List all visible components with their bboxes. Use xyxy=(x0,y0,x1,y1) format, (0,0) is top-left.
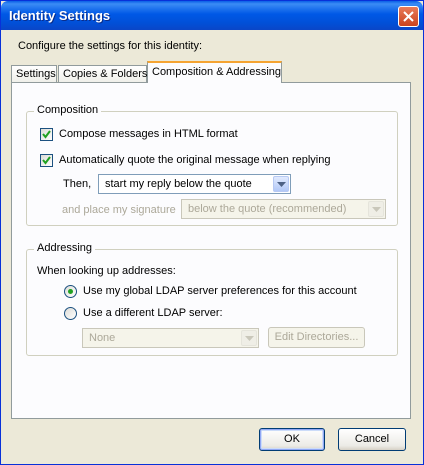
tab-settings-label: Settings xyxy=(16,68,56,80)
signature-position-select[interactable]: below the quote (recommended) xyxy=(181,199,386,219)
ldap-server-select[interactable]: None xyxy=(82,328,259,348)
radio-selected-dot xyxy=(68,289,73,294)
dropdown-arrow-icon[interactable] xyxy=(241,330,257,346)
reply-position-value: start my reply below the quote xyxy=(105,178,252,190)
checkmark-icon xyxy=(42,156,51,165)
window-title: Identity Settings xyxy=(9,8,111,23)
signature-position-value: below the quote (recommended) xyxy=(188,203,347,215)
tab-composition-addressing-label: Composition & Addressing xyxy=(152,66,282,78)
global-ldap-label[interactable]: Use my global LDAP server preferences fo… xyxy=(83,285,357,297)
reply-position-select[interactable]: start my reply below the quote xyxy=(98,174,291,194)
ok-button[interactable]: OK xyxy=(259,428,325,451)
close-icon xyxy=(403,11,414,22)
html-format-checkbox[interactable] xyxy=(40,128,53,141)
different-ldap-radio[interactable] xyxy=(64,307,77,320)
different-ldap-label[interactable]: Use a different LDAP server: xyxy=(83,307,223,319)
tab-copies-folders[interactable]: Copies & Folders xyxy=(58,65,147,82)
tab-composition-addressing[interactable]: Composition & Addressing xyxy=(147,61,282,83)
identity-settings-dialog: Identity Settings Configure the settings… xyxy=(0,0,424,465)
composition-legend: Composition xyxy=(34,104,102,116)
title-bar[interactable]: Identity Settings xyxy=(1,1,423,30)
html-format-label[interactable]: Compose messages in HTML format xyxy=(59,128,238,140)
dropdown-arrow-icon[interactable] xyxy=(368,201,384,217)
ldap-server-value: None xyxy=(89,332,116,344)
auto-quote-label[interactable]: Automatically quote the original message… xyxy=(59,154,331,166)
close-button[interactable] xyxy=(398,6,419,27)
signature-label: and place my signature xyxy=(62,204,176,216)
tab-settings[interactable]: Settings xyxy=(11,65,57,82)
then-label: Then, xyxy=(63,178,92,190)
edit-directories-button[interactable]: Edit Directories... xyxy=(268,327,365,348)
checkmark-icon xyxy=(42,130,51,139)
tab-copies-folders-label: Copies & Folders xyxy=(63,68,148,80)
tab-panel: Composition Compose messages in HTML for… xyxy=(11,82,411,419)
dialog-description: Configure the settings for this identity… xyxy=(18,40,203,52)
cancel-button[interactable]: Cancel xyxy=(338,428,406,451)
auto-quote-checkbox[interactable] xyxy=(40,154,53,167)
dropdown-arrow-icon[interactable] xyxy=(273,176,289,192)
lookup-intro-label: When looking up addresses: xyxy=(37,265,176,277)
global-ldap-radio[interactable] xyxy=(64,285,77,298)
addressing-legend: Addressing xyxy=(34,242,96,254)
